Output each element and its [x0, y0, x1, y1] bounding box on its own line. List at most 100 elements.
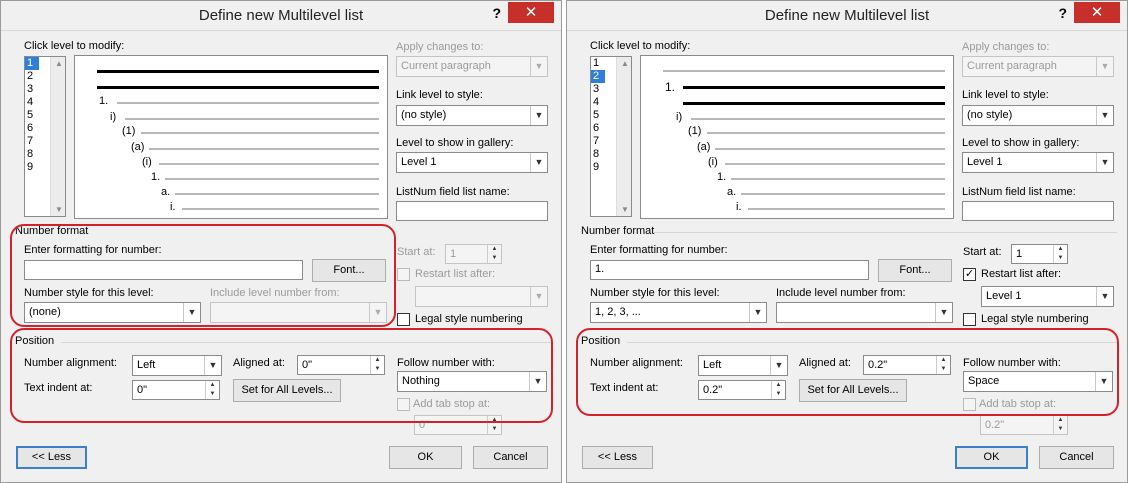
preview-number: a.	[161, 186, 171, 198]
level-item[interactable]: 7	[591, 135, 605, 148]
level-item[interactable]: 8	[25, 148, 39, 161]
level-item[interactable]: 3	[591, 83, 605, 96]
tab-stop-spinner[interactable]: 0.2" ▲ ▼	[980, 415, 1068, 435]
number-style-value: 1, 2, 3, ...	[595, 306, 641, 318]
close-button[interactable]: ✕	[1074, 2, 1120, 23]
number-style-select[interactable]: 1, 2, 3, ... ▼	[590, 302, 767, 323]
chevron-down-icon: ▼	[1096, 287, 1113, 306]
level-item[interactable]: 1	[25, 57, 39, 70]
level-item[interactable]: 6	[25, 122, 39, 135]
start-at-value: 1	[450, 248, 457, 260]
start-at-label: Start at:	[397, 246, 436, 258]
gallery-level-select[interactable]: Level 1 ▼	[396, 152, 548, 173]
preview-number: i.	[736, 201, 742, 213]
less-button[interactable]: << Less	[16, 446, 87, 469]
cancel-button[interactable]: Cancel	[473, 446, 548, 469]
listnum-input[interactable]	[962, 201, 1114, 221]
include-level-select[interactable]: ▼	[776, 302, 953, 323]
preview-number: (a)	[131, 141, 145, 153]
gallery-level-select[interactable]: Level 1 ▼	[962, 152, 1114, 173]
font-button[interactable]: Font...	[878, 259, 952, 282]
preview-number: 1.	[99, 95, 109, 107]
cancel-button[interactable]: Cancel	[1039, 446, 1114, 469]
level-item[interactable]: 3	[25, 83, 39, 96]
preview-line	[141, 132, 379, 134]
help-button[interactable]: ?	[492, 5, 501, 21]
legal-checkbox[interactable]	[963, 313, 976, 326]
restart-select[interactable]: ▼	[415, 286, 548, 307]
level-item[interactable]: 4	[25, 96, 39, 109]
format-input[interactable]: 1.	[590, 260, 869, 280]
preview-line	[125, 118, 379, 120]
chevron-down-icon: ▼	[1096, 57, 1113, 76]
preview-line	[165, 178, 379, 180]
preview-line	[715, 148, 945, 150]
apply-changes-select[interactable]: Current paragraph ▼	[396, 56, 548, 77]
legal-checkbox[interactable]	[397, 313, 410, 326]
preview-number: (a)	[697, 141, 711, 153]
level-item[interactable]: 4	[591, 96, 605, 109]
level-item[interactable]: 8	[591, 148, 605, 161]
preview-line	[149, 148, 379, 150]
preview-line	[691, 118, 945, 120]
preview-number: (i)	[708, 156, 718, 168]
tab-stop-value: 0.2"	[985, 419, 1005, 431]
chevron-down-icon: ▼	[530, 153, 547, 172]
level-item[interactable]: 2	[591, 70, 605, 83]
apply-changes-label: Apply changes to:	[962, 41, 1050, 53]
preview-line	[97, 70, 379, 73]
preview-number: i.	[170, 201, 176, 213]
level-item[interactable]: 7	[25, 135, 39, 148]
level-list[interactable]: 1 2 3 4 5 6 7 8 9 ▲ ▼	[24, 56, 66, 217]
level-item[interactable]: 5	[25, 109, 39, 122]
level-item[interactable]: 5	[591, 109, 605, 122]
link-style-select[interactable]: (no style) ▼	[962, 105, 1114, 126]
spin-arrows-icon: ▲ ▼	[1053, 416, 1067, 434]
preview-line	[707, 132, 945, 134]
close-button[interactable]: ✕	[508, 2, 554, 23]
level-item[interactable]: 9	[591, 161, 605, 174]
dialog-title: Define new Multilevel list	[764, 7, 930, 24]
start-at-spinner[interactable]: 1 ▲ ▼	[445, 244, 502, 264]
listnum-input[interactable]	[396, 201, 548, 221]
checkmark-icon: ✓	[964, 268, 975, 280]
restart-label: Restart list after:	[415, 268, 496, 280]
chevron-down-icon: ▼	[1096, 106, 1113, 125]
preview-number: i)	[676, 111, 683, 123]
section-divider	[653, 232, 1117, 233]
restart-checkbox[interactable]: ✓	[963, 268, 976, 281]
level-scrollbar[interactable]: ▲ ▼	[616, 57, 631, 216]
preview-line	[741, 193, 945, 195]
preview-number: 1.	[151, 171, 161, 183]
start-at-spinner[interactable]: 1 ▲ ▼	[1011, 244, 1068, 264]
level-item[interactable]: 9	[25, 161, 39, 174]
chevron-down-icon: ▼	[530, 287, 547, 306]
chevron-down-icon: ▼	[1096, 153, 1113, 172]
help-button[interactable]: ?	[1058, 5, 1067, 21]
ok-button[interactable]: OK	[389, 446, 462, 469]
highlight-position	[576, 328, 1119, 416]
level-scrollbar[interactable]: ▲ ▼	[50, 57, 65, 216]
preview-line	[182, 208, 379, 210]
gallery-level-value: Level 1	[967, 156, 1003, 168]
dialog-right: Define new Multilevel list ? ✕ Click lev…	[566, 0, 1128, 483]
restart-select[interactable]: Level 1 ▼	[981, 286, 1114, 307]
level-item[interactable]: 1	[591, 57, 605, 70]
preview-number: 1.	[665, 80, 676, 94]
level-item[interactable]: 2	[25, 70, 39, 83]
level-list[interactable]: 1 2 3 4 5 6 7 8 9 ▲ ▼	[590, 56, 632, 217]
apply-changes-select[interactable]: Current paragraph ▼	[962, 56, 1114, 77]
preview-line	[683, 102, 945, 105]
click-level-label: Click level to modify:	[24, 40, 125, 52]
preview-line	[175, 193, 379, 195]
preview-number: a.	[727, 186, 737, 198]
restart-checkbox[interactable]	[397, 268, 410, 281]
ok-button[interactable]: OK	[955, 446, 1028, 469]
less-button[interactable]: << Less	[582, 446, 653, 469]
link-style-select[interactable]: (no style) ▼	[396, 105, 548, 126]
legal-label: Legal style numbering	[415, 313, 523, 325]
preview-number: (i)	[142, 156, 152, 168]
preview-number: 1.	[717, 171, 727, 183]
link-style-value: (no style)	[967, 109, 1013, 121]
level-item[interactable]: 6	[591, 122, 605, 135]
